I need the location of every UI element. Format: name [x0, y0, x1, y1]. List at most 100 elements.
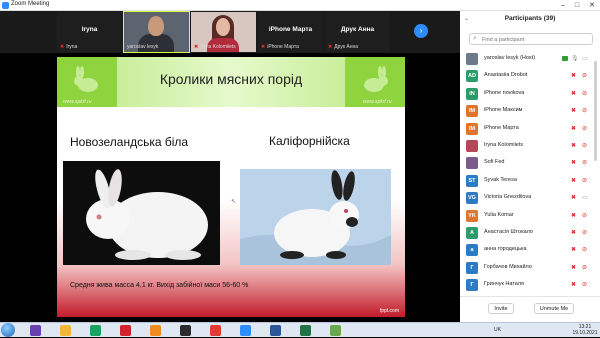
participant-tile-video[interactable]: yaroslav lesyk: [123, 11, 190, 53]
rabbit-logo-icon: [364, 66, 388, 92]
search-input[interactable]: [482, 35, 582, 44]
camera-icon[interactable]: ▭: [582, 194, 588, 201]
muted-mic-icon[interactable]: ✖: [571, 281, 576, 288]
participant-name: Yulia Komar: [484, 211, 514, 218]
muted-mic-icon[interactable]: ✖: [571, 212, 576, 219]
participant-tile[interactable]: Iryna ✖ Iryna: [57, 12, 122, 52]
rabbit-logo-icon: [74, 66, 98, 92]
avatar: YK: [466, 209, 478, 222]
muted-mic-icon[interactable]: ✖: [571, 264, 576, 271]
invite-button[interactable]: Invite: [488, 303, 514, 314]
participant-list-scrollbar[interactable]: [594, 61, 597, 161]
participant-row[interactable]: IN iPhone novikova ✖ ⊘: [460, 85, 600, 103]
camera-off-icon[interactable]: ⊘: [582, 212, 587, 219]
participant-row[interactable]: ST Syvak Teresa ✖ ⊘: [460, 172, 600, 190]
opera-icon[interactable]: [120, 325, 131, 336]
search-icon: ⌕: [473, 35, 477, 42]
participant-name: iPhone Максим: [484, 107, 523, 114]
participant-tile-video[interactable]: ✖ Iryna Kolomiiets: [191, 12, 256, 52]
next-page-arrow-icon[interactable]: ›: [414, 24, 428, 38]
participant-name: Sofi Fed: [484, 159, 505, 166]
person-face: [216, 18, 230, 36]
minimize-button[interactable]: –: [556, 0, 570, 11]
camera-off-icon[interactable]: ⊘: [582, 177, 587, 184]
camera-icon[interactable]: ▭: [582, 55, 588, 62]
terminal-icon[interactable]: [180, 325, 191, 336]
camera-off-icon[interactable]: ⊘: [582, 90, 587, 97]
avatar: AD: [466, 70, 478, 83]
muted-mic-icon: ✖: [328, 44, 333, 50]
clock[interactable]: 13:21 19.10.2021: [572, 324, 598, 336]
zoom-icon[interactable]: [240, 325, 251, 336]
zoom-app-icon: [2, 2, 9, 9]
participant-row[interactable]: Г Горбачов Михайло ✖ ⊘: [460, 259, 600, 277]
participant-row[interactable]: VG Victoria Gnezdilova ✖ ▭: [460, 189, 600, 207]
muted-mic-icon[interactable]: ✖: [571, 159, 576, 166]
camera-off-icon[interactable]: ⊘: [582, 229, 587, 236]
camera-off-icon[interactable]: ⊘: [582, 281, 587, 288]
participants-title: Participants (39): [504, 15, 556, 22]
muted-mic-icon[interactable]: ✖: [571, 246, 576, 253]
maximize-button[interactable]: □: [570, 0, 584, 11]
muted-mic-icon[interactable]: ✖: [571, 177, 576, 184]
participant-row[interactable]: Iryna Kolomiiets ✖ ⊘: [460, 137, 600, 155]
mic-icon[interactable]: 🎙: [571, 55, 579, 62]
participant-row[interactable]: YK Yulia Komar ✖ ⊘: [460, 207, 600, 225]
paint-icon[interactable]: [330, 325, 341, 336]
watermark: www.spkrf.ru: [363, 99, 392, 105]
participants-panel: ⌄ Participants (39) ⌕ yaroslav lesyk (Ho…: [460, 11, 600, 322]
muted-mic-icon[interactable]: ✖: [571, 107, 576, 114]
muted-mic-icon[interactable]: ✖: [571, 72, 576, 79]
cursor-icon: ↖: [231, 199, 237, 205]
file-explorer-icon[interactable]: [60, 325, 71, 336]
participant-name: iPhone novikova: [484, 89, 525, 96]
participant-row[interactable]: A Анастасія Штокало ✖ ⊘: [460, 224, 600, 242]
participant-name: Гринчук Наталя: [484, 281, 525, 288]
avatar: VG: [466, 192, 478, 205]
participant-search[interactable]: ⌕: [469, 33, 593, 45]
title-bar: Zoom Meeting – □ ✕: [0, 0, 600, 11]
muted-mic-icon[interactable]: ✖: [571, 142, 576, 149]
slide-title: Кролики мясних порід: [159, 71, 303, 87]
participant-row[interactable]: IM iPhone Марта ✖ ⊘: [460, 120, 600, 138]
breed-label-californian: Каліфорнійска: [269, 134, 350, 148]
participant-row[interactable]: yaroslav lesyk (Host) 🎙 ▭: [460, 50, 600, 68]
participant-row[interactable]: a анна городецька ✖ ⊘: [460, 241, 600, 259]
chrome-icon[interactable]: [90, 325, 101, 336]
muted-mic-icon[interactable]: ✖: [571, 90, 576, 97]
participants-header: ⌄ Participants (39): [460, 11, 600, 25]
unmute-me-button[interactable]: Unmute Me: [534, 303, 574, 314]
camera-off-icon[interactable]: ⊘: [582, 107, 587, 114]
muted-mic-icon: ✖: [60, 44, 65, 50]
participant-tile[interactable]: Друк Анна ✖ Друк Анна: [325, 12, 390, 52]
excel-icon[interactable]: [300, 325, 311, 336]
camera-off-icon[interactable]: ⊘: [582, 72, 587, 79]
language-indicator[interactable]: UK: [494, 327, 501, 333]
avatar: IM: [466, 122, 478, 135]
participant-row[interactable]: Sofi Fed ✖ ⊘: [460, 154, 600, 172]
close-button[interactable]: ✕: [585, 0, 599, 11]
avatar: ST: [466, 174, 478, 187]
camera-off-icon[interactable]: ⊘: [582, 159, 587, 166]
vlc-icon[interactable]: [150, 325, 161, 336]
muted-mic-icon: ✖: [194, 44, 199, 50]
participant-tile[interactable]: iPhone Марта ✖ iPhone Марта: [258, 12, 323, 52]
participant-row[interactable]: Г Гринчук Наталя ✖ ⊘: [460, 276, 600, 294]
camera-off-icon[interactable]: ⊘: [582, 264, 587, 271]
camera-off-icon[interactable]: ⊘: [582, 246, 587, 253]
word-icon[interactable]: [270, 325, 281, 336]
muted-mic-icon[interactable]: ✖: [571, 194, 576, 201]
slide-header-left: www.spkrf.ru: [57, 57, 117, 107]
muted-mic-icon[interactable]: ✖: [571, 125, 576, 132]
start-button-icon[interactable]: [1, 323, 15, 337]
participant-row[interactable]: IM iPhone Максим ✖ ⊘: [460, 102, 600, 120]
camera-off-icon[interactable]: ⊘: [582, 125, 587, 132]
camera-off-icon[interactable]: ⊘: [582, 142, 587, 149]
participant-name: Iryna Kolomiiets: [484, 142, 524, 148]
yandex-icon[interactable]: [210, 325, 221, 336]
windows-media-icon[interactable]: [30, 325, 41, 336]
participant-tile-label: yaroslav lesyk: [127, 44, 159, 50]
muted-mic-icon[interactable]: ✖: [571, 229, 576, 236]
participant-tile-name: iPhone Марта: [268, 26, 313, 33]
participant-row[interactable]: AD Anastasiia Drobot ✖ ⊘: [460, 67, 600, 85]
